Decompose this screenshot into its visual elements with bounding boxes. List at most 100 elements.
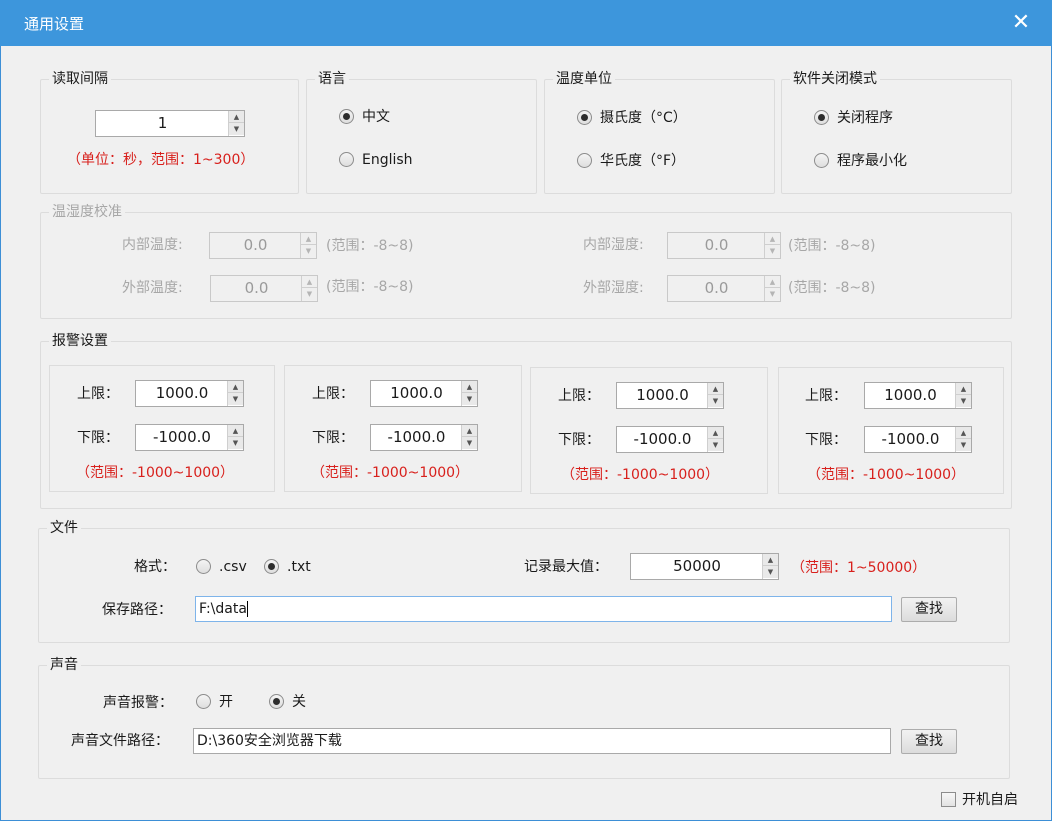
autostart-checkbox[interactable] [941,792,956,807]
calibration-group: 温湿度校准 内部温度: 0.0 ▲ ▼ (范围：-8~8) 外部温度: 0.0 ▲… [40,204,1012,319]
sound-label-on: 开 [219,694,233,710]
spin-up-icon[interactable]: ▲ [301,233,316,245]
outer-temp-label: 外部温度: [122,280,183,296]
upper-limit-value: 1000.0 [390,384,443,402]
spin-up-icon[interactable]: ▲ [462,381,477,393]
alarm-legend: 报警设置 [49,333,111,349]
alarm-range-hint: （范围：-1000~1000） [561,467,720,483]
lower-limit-label: 下限： [312,430,354,446]
inner-humid-label: 内部湿度: [583,237,644,253]
upper-limit-label: 上限： [77,386,119,402]
alarm-channel-3: 上限： 1000.0 ▲ ▼ 下限： -1000.0 ▲ ▼ （范围：-1000~1… [530,367,768,494]
upper-limit-value: 1000.0 [155,384,209,402]
spin-down-icon[interactable]: ▼ [228,437,243,449]
spin-up-icon[interactable]: ▲ [708,427,723,439]
inner-temp-spinbox[interactable]: 0.0 ▲ ▼ [209,232,317,259]
alarm-range-hint: （范围：-1000~1000） [807,467,966,483]
format-radio-txt[interactable] [264,559,279,574]
temp-unit-label-fahrenheit: 华氏度（°F） [600,153,686,169]
spin-up-icon[interactable]: ▲ [462,425,477,437]
spin-down-icon[interactable]: ▼ [765,288,780,300]
close-mode-legend: 软件关闭模式 [790,71,880,87]
spin-up-icon[interactable]: ▲ [763,554,778,566]
outer-temp-range-hint: (范围：-8~8) [326,279,414,295]
upper-limit-spinbox[interactable]: 1000.0 ▲ ▼ [135,380,244,407]
upper-limit-spinbox[interactable]: 1000.0 ▲ ▼ [864,382,972,409]
max-records-label: 记录最大值： [524,559,608,575]
save-path-browse-button[interactable]: 查找 [901,597,957,622]
spin-down-icon[interactable]: ▼ [229,123,244,135]
alarm-channel-1: 上限： 1000.0 ▲ ▼ 下限： -1000.0 ▲ ▼ （范围：-1000~1… [49,365,275,492]
sound-alarm-label: 声音报警： [103,695,173,711]
save-path-input[interactable]: F:\data [195,596,892,622]
spin-down-icon[interactable]: ▼ [956,439,971,451]
spin-down-icon[interactable]: ▼ [462,393,477,405]
format-label-txt: .txt [287,559,311,575]
spin-up-icon[interactable]: ▲ [956,383,971,395]
spin-up-icon[interactable]: ▲ [765,276,780,288]
read-interval-spinbox[interactable]: 1 ▲ ▼ [95,110,245,137]
language-radio-english[interactable] [339,152,354,167]
lower-limit-spinbox[interactable]: -1000.0 ▲ ▼ [616,426,724,453]
close-icon[interactable]: ✕ [1006,8,1036,38]
inner-humid-range-hint: (范围：-8~8) [788,238,876,254]
spin-down-icon[interactable]: ▼ [708,439,723,451]
inner-humid-spinbox[interactable]: 0.0 ▲ ▼ [667,232,781,259]
spin-up-icon[interactable]: ▲ [956,427,971,439]
temp-unit-radio-celsius[interactable] [577,110,592,125]
close-mode-group: 软件关闭模式 关闭程序 程序最小化 [781,71,1012,194]
spin-up-icon[interactable]: ▲ [228,425,243,437]
spin-down-icon[interactable]: ▼ [462,437,477,449]
lower-limit-spinbox[interactable]: -1000.0 ▲ ▼ [370,424,478,451]
lower-limit-value: -1000.0 [153,428,211,446]
spin-up-icon[interactable]: ▲ [302,276,317,288]
outer-humid-range-hint: (范围：-8~8) [788,280,876,296]
alarm-range-hint: （范围：-1000~1000） [311,465,470,481]
lower-limit-value: -1000.0 [387,428,446,446]
sound-radio-on[interactable] [196,694,211,709]
close-mode-radio-exit[interactable] [814,110,829,125]
lower-limit-spinbox[interactable]: -1000.0 ▲ ▼ [864,426,972,453]
outer-humid-label: 外部湿度: [583,280,644,296]
sound-path-browse-button[interactable]: 查找 [901,729,957,754]
language-label-chinese: 中文 [362,109,390,125]
spin-down-icon[interactable]: ▼ [708,395,723,407]
dialog-body: 读取间隔 1 ▲ ▼ （单位：秒，范围：1~300） 语言 中文 English … [1,46,1051,820]
temp-unit-radio-fahrenheit[interactable] [577,153,592,168]
lower-limit-spinbox[interactable]: -1000.0 ▲ ▼ [135,424,244,451]
save-path-value: F:\data [199,601,247,617]
temp-unit-legend: 温度单位 [553,71,615,87]
lower-limit-label: 下限： [558,432,600,448]
spin-down-icon[interactable]: ▼ [228,393,243,405]
spin-down-icon[interactable]: ▼ [765,245,780,257]
temp-unit-group: 温度单位 摄氏度（°C） 华氏度（°F） [544,71,775,194]
spin-down-icon[interactable]: ▼ [302,288,317,300]
max-records-spinbox[interactable]: 50000 ▲ ▼ [630,553,779,580]
sound-legend: 声音 [47,657,81,673]
language-legend: 语言 [315,71,349,87]
spin-up-icon[interactable]: ▲ [229,111,244,123]
sound-path-input[interactable]: D:\360安全浏览器下载 [193,728,891,754]
spin-up-icon[interactable]: ▲ [228,381,243,393]
language-radio-chinese[interactable] [339,109,354,124]
spin-down-icon[interactable]: ▼ [763,566,778,578]
alarm-channel-2: 上限： 1000.0 ▲ ▼ 下限： -1000.0 ▲ ▼ （范围：-1000~1… [284,365,522,492]
upper-limit-label: 上限： [558,388,600,404]
window-title: 通用设置 [24,15,85,33]
outer-temp-spinbox[interactable]: 0.0 ▲ ▼ [210,275,318,302]
outer-humid-spinbox[interactable]: 0.0 ▲ ▼ [667,275,781,302]
upper-limit-spinbox[interactable]: 1000.0 ▲ ▼ [370,380,478,407]
close-mode-radio-minimize[interactable] [814,153,829,168]
lower-limit-label: 下限： [77,430,119,446]
spin-up-icon[interactable]: ▲ [765,233,780,245]
sound-radio-off[interactable] [269,694,284,709]
spin-down-icon[interactable]: ▼ [956,395,971,407]
lower-limit-label: 下限： [805,432,847,448]
format-label: 格式： [134,559,176,575]
spin-down-icon[interactable]: ▼ [301,245,316,257]
upper-limit-spinbox[interactable]: 1000.0 ▲ ▼ [616,382,724,409]
format-radio-csv[interactable] [196,559,211,574]
spin-up-icon[interactable]: ▲ [708,383,723,395]
read-interval-legend: 读取间隔 [49,71,111,87]
outer-temp-value: 0.0 [244,279,269,297]
